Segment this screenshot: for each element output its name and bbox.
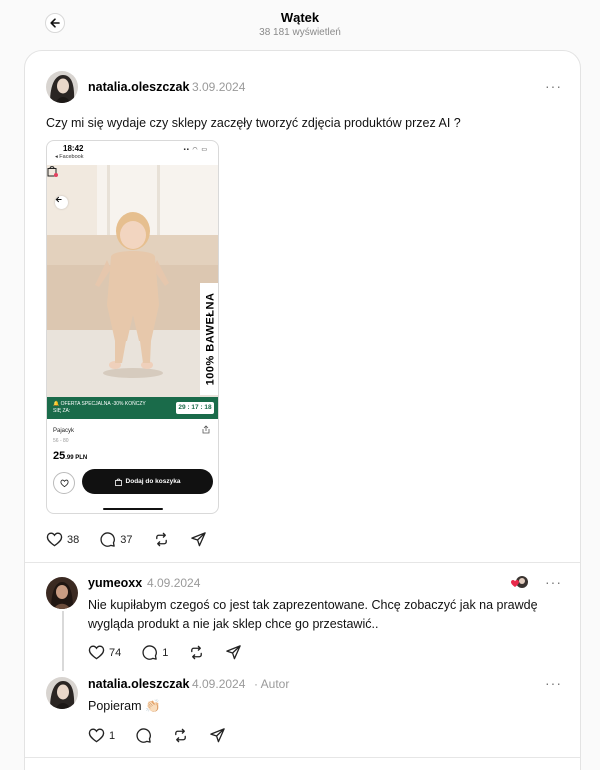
divider (25, 562, 580, 563)
home-indicator (103, 508, 163, 510)
author-liked-icon (511, 576, 528, 588)
repost-icon (191, 645, 203, 660)
comment-icon (136, 728, 152, 743)
send-icon (210, 728, 225, 743)
comment-count: 37 (120, 533, 133, 546)
heart-icon (46, 532, 63, 547)
reply-actions: 74 1 (88, 644, 262, 661)
arrow-left-icon (55, 196, 62, 203)
product-size: 56 - 80 (53, 438, 69, 444)
send-icon (190, 532, 206, 547)
promo-timer: 29 : 17 : 18 (176, 402, 214, 414)
wishlist-heart-button (53, 472, 75, 494)
product-price: 25.99 PLN (53, 450, 88, 462)
share-button[interactable] (190, 531, 207, 548)
product-name: Pajacyk (53, 428, 75, 434)
more-options-icon[interactable]: ··· (545, 574, 562, 590)
post-image[interactable]: 18:42 ◂ Facebook ▪▪ ◠ ▭ 100% BAWEŁNA 🔔 O… (46, 140, 219, 514)
post-date[interactable]: 3.09.2024 (192, 80, 245, 94)
view-count: 38 181 wyświetleń (259, 27, 341, 38)
like-button[interactable]: 38 (46, 531, 79, 548)
divider (25, 757, 580, 758)
reply-date[interactable]: 4.09.2024 (147, 576, 200, 590)
heart-icon (88, 728, 105, 743)
repost-button[interactable] (172, 727, 189, 744)
heart-icon (59, 479, 69, 487)
more-options-icon[interactable]: ··· (545, 78, 562, 94)
comment-button[interactable] (135, 727, 152, 744)
like-count: 74 (109, 646, 122, 659)
post-actions: 38 37 (46, 531, 227, 548)
product-photo: 100% BAWEŁNA (47, 165, 218, 397)
repost-button[interactable] (188, 644, 205, 661)
bag-icon (114, 478, 122, 486)
repost-icon (175, 728, 187, 743)
like-button[interactable]: 1 (88, 727, 115, 744)
avatar[interactable] (46, 71, 78, 103)
promo-banner: 🔔 OFERTA SPECJALNA -30% KOŃCZY SIĘ ZA: 2… (47, 397, 218, 419)
signal-icons: ▪▪ ◠ ▭ (183, 147, 208, 153)
comment-icon (142, 645, 158, 660)
phone-back-app: ◂ Facebook (55, 154, 84, 160)
comment-count: 1 (162, 646, 169, 659)
send-icon (226, 645, 242, 660)
thread-header: Wątek 38 181 wyświetleń (0, 0, 600, 50)
heart-icon (88, 645, 105, 660)
post-username[interactable]: natalia.oleszczak (88, 80, 189, 94)
phone-time: 18:42 (63, 144, 84, 153)
reply-username[interactable]: yumeoxx (88, 576, 142, 590)
share-button[interactable] (209, 727, 226, 744)
avatar[interactable] (46, 577, 78, 609)
comment-button[interactable]: 1 (141, 644, 168, 661)
like-button[interactable]: 74 (88, 644, 121, 661)
add-to-cart-button: Dodaj do koszyka (82, 469, 213, 494)
thread-card: natalia.oleszczak 3.09.2024 ··· Czy mi s… (24, 50, 581, 770)
author-label: · Autor (254, 677, 290, 691)
share-button[interactable] (225, 644, 242, 661)
repost-button[interactable] (153, 531, 170, 548)
shopping-bag-icon (47, 166, 58, 177)
comment-icon (100, 532, 116, 547)
comment-button[interactable]: 37 (99, 531, 133, 548)
thread-line (62, 611, 64, 671)
phone-back-button (55, 196, 68, 209)
cotton-badge: 100% BAWEŁNA (200, 283, 218, 395)
like-count: 38 (67, 533, 80, 546)
avatar[interactable] (46, 677, 78, 709)
more-options-icon[interactable]: ··· (545, 675, 562, 691)
page-title: Wątek (280, 10, 320, 25)
reply-text-line2: wygląda produkt a nie jak sklep chce go … (88, 617, 379, 631)
reply-date[interactable]: 4.09.2024 (192, 677, 245, 691)
reply-text: Popieram 👏🏻 (88, 699, 161, 713)
repost-icon (155, 532, 167, 547)
phone-status-bar: 18:42 ◂ Facebook ▪▪ ◠ ▭ (47, 141, 218, 165)
like-count: 1 (109, 729, 116, 742)
post-text: Czy mi się wydaje czy sklepy zaczęły two… (46, 116, 461, 130)
share-icon (202, 425, 210, 434)
reply-actions: 1 (88, 727, 246, 744)
reply-username[interactable]: natalia.oleszczak (88, 677, 189, 691)
reply-text-line1: Nie kupiłabym czegoś co jest tak zapreze… (88, 598, 538, 612)
promo-text: 🔔 OFERTA SPECJALNA -30% KOŃCZY SIĘ ZA: (53, 401, 146, 414)
